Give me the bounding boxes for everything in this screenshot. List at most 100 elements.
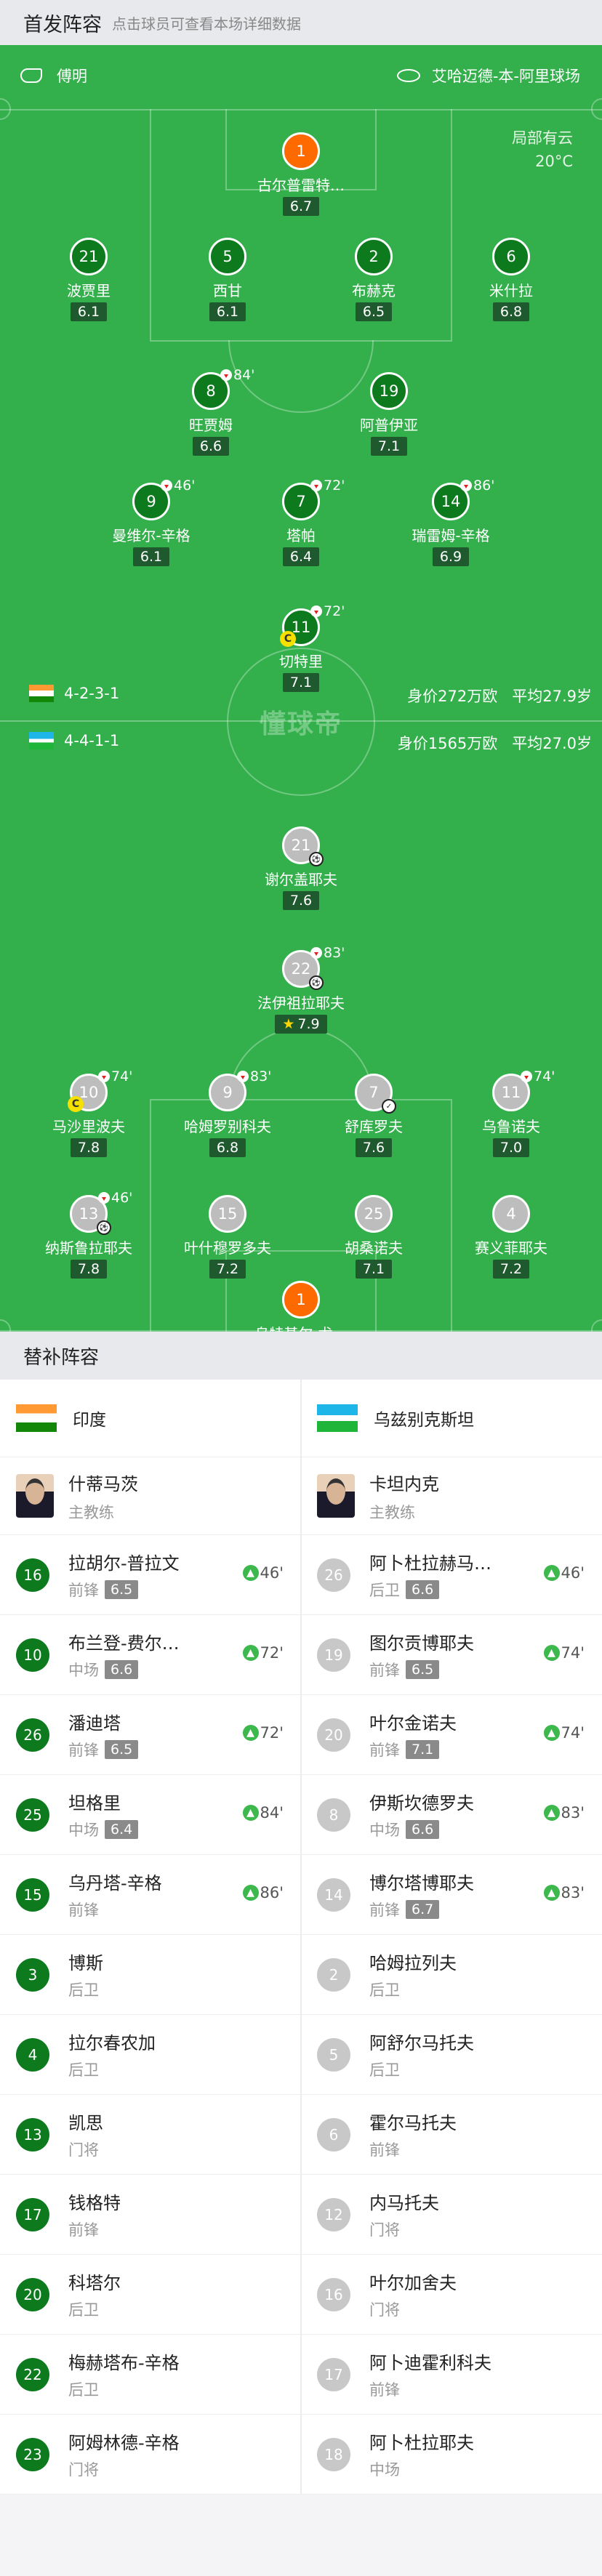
player-marker[interactable]: 11 74' 乌鲁诺夫 7.0 <box>446 1068 577 1157</box>
sub-player-meta: 前锋 6.5 <box>68 1579 180 1601</box>
player-marker[interactable]: 10 74' C 马沙里波夫 7.8 <box>23 1068 154 1157</box>
sub-off-icon <box>521 1071 532 1082</box>
player-marker[interactable]: 2 布赫克 6.5 <box>308 238 439 321</box>
rating-value: 7.8 <box>77 1140 100 1156</box>
player-marker[interactable]: 19 阿普伊亚 7.1 <box>324 372 454 456</box>
sub-player-info: 阿卜迪霍利科夫 前锋 <box>369 2348 491 2400</box>
player-number-badge: 10 74' C <box>68 1068 132 1112</box>
sub-player-row[interactable]: 16 拉胡尔-普拉文 前锋 6.5 ▲ 46' <box>0 1535 301 1615</box>
player-marker[interactable]: 7 72' 塔帕 6.4 <box>236 478 366 566</box>
sub-in-indicator: ▲ 72' <box>242 1644 284 1662</box>
player-number: 13 <box>79 1205 99 1223</box>
sub-player-row[interactable]: 20 科塔尔 后卫 <box>0 2255 301 2335</box>
sub-player-rating: 6.4 <box>105 1820 139 1839</box>
sub-player-row[interactable]: 18 阿卜杜拉耶夫 中场 <box>301 2415 602 2495</box>
temperature: 20°C <box>535 153 573 170</box>
sub-off-indicator: 84' <box>220 367 254 383</box>
player-marker[interactable]: 1乌特基尔-尤…7.5 <box>236 1281 366 1332</box>
sub-in-minute: 74' <box>561 1724 585 1742</box>
sub-player-meta: 后卫 <box>68 2058 156 2080</box>
player-number: 9 <box>146 493 156 510</box>
player-marker[interactable]: 13 46' ⚽ 纳斯鲁拉耶夫 7.8 <box>23 1190 154 1279</box>
sub-player-row[interactable]: 22 梅赫塔布-辛格 后卫 <box>0 2335 301 2415</box>
sub-player-row[interactable]: 12 内马托夫 门将 <box>301 2175 602 2255</box>
sub-off-indicator: 74' <box>521 1068 555 1084</box>
sub-player-row[interactable]: 16 叶尔加舍夫 门将 <box>301 2255 602 2335</box>
away-coach[interactable]: 卡坦内克 主教练 <box>301 1457 602 1535</box>
best-player-star-icon: ★ <box>282 1016 295 1032</box>
sub-player-row[interactable]: 10 布兰登-费尔… 中场 6.6 ▲ 72' <box>0 1615 301 1695</box>
player-number-badge: 15 <box>209 1195 246 1233</box>
sub-in-arrow-icon: ▲ <box>543 1885 560 1901</box>
player-name: 马沙里波夫 <box>52 1118 125 1135</box>
rating-value: 6.8 <box>216 1140 239 1156</box>
sub-number-badge: 26 <box>317 1558 350 1592</box>
sub-player-row[interactable]: 5 阿舒尔马托夫 后卫 <box>301 2015 602 2095</box>
sub-player-meta: 前锋 <box>68 1899 162 1920</box>
player-name: 乌特基尔-尤… <box>236 1322 366 1332</box>
sub-player-row[interactable]: 17 钱格特 前锋 <box>0 2175 301 2255</box>
player-marker[interactable]: 11 72' C 切特里 7.1 <box>236 603 366 692</box>
sub-player-row[interactable]: 3 博斯 后卫 <box>0 1935 301 2015</box>
player-rating: 7.1 <box>370 437 408 456</box>
player-number-badge: 22 83' ⚽ <box>282 945 345 990</box>
sub-player-row[interactable]: 8 伊斯坎德罗夫 中场 6.6 ▲ 83' <box>301 1775 602 1855</box>
sub-in-indicator: ▲ 74' <box>543 1644 585 1662</box>
sub-player-row[interactable]: 14 博尔塔博耶夫 前锋 6.7 ▲ 83' <box>301 1855 602 1935</box>
away-team-name: 乌兹别克斯坦 <box>374 1411 474 1430</box>
sub-number-badge: 17 <box>16 2197 49 2231</box>
player-marker[interactable]: 7 ✓ 舒库罗夫 7.6 <box>308 1074 439 1157</box>
player-number: 7 <box>296 493 306 510</box>
player-marker[interactable]: 21 波贾里 6.1 <box>23 238 154 321</box>
player-marker[interactable]: 6 米什拉 6.8 <box>446 238 577 321</box>
sub-in-minute: 74' <box>561 1644 585 1662</box>
player-number: 5 <box>222 248 233 265</box>
player-marker[interactable]: 21 ⚽ 谢尔盖耶夫 7.6 <box>236 826 366 910</box>
sub-player-name: 坦格里 <box>68 1793 121 1814</box>
sub-number-badge: 18 <box>317 2437 350 2471</box>
sub-player-position: 后卫 <box>369 1582 400 1599</box>
sub-off-icon <box>310 480 322 491</box>
home-coach[interactable]: 什蒂马茨 主教练 <box>0 1457 301 1535</box>
avatar <box>16 1474 54 1518</box>
player-marker[interactable]: 22 83' ⚽ 法伊祖拉耶夫 ★ 7.9 <box>236 945 366 1034</box>
sub-in-indicator: ▲ 83' <box>543 1804 585 1822</box>
sub-player-row[interactable]: 23 阿姆林德-辛格 门将 <box>0 2415 301 2495</box>
sub-player-row[interactable]: 25 坦格里 中场 6.4 ▲ 84' <box>0 1775 301 1855</box>
pitch: 傅明 艾哈迈德-本-阿里球场 局部有云 20°C 4-2-3-1 身价272万欧… <box>0 45 602 1332</box>
player-marker[interactable]: 14 86' 瑞雷姆-辛格 6.9 <box>385 478 516 566</box>
sub-player-row[interactable]: 17 阿卜迪霍利科夫 前锋 <box>301 2335 602 2415</box>
player-marker[interactable]: 9 83' 哈姆罗别科夫 6.8 <box>162 1068 293 1157</box>
sub-player-row[interactable]: 13 凯思 门将 <box>0 2095 301 2175</box>
player-marker[interactable]: 4 赛义菲耶夫 7.2 <box>446 1195 577 1279</box>
sub-number-badge: 23 <box>16 2437 49 2471</box>
sub-player-row[interactable]: 26 潘迪塔 前锋 6.5 ▲ 72' <box>0 1695 301 1775</box>
sub-player-rating: 6.6 <box>105 1660 139 1679</box>
player-rating: 6.5 <box>355 302 393 321</box>
sub-number-badge: 10 <box>16 1638 49 1672</box>
sub-player-name: 阿卜杜拉耶夫 <box>369 2433 474 2453</box>
sub-player-meta: 后卫 6.6 <box>369 1579 491 1601</box>
player-marker[interactable]: 1 古尔普雷特… 6.7 <box>236 132 366 216</box>
player-marker[interactable]: 5 西甘 6.1 <box>162 238 293 321</box>
sub-off-icon <box>237 1071 249 1082</box>
sub-player-name: 凯思 <box>68 2113 103 2133</box>
player-marker[interactable]: 8 84' 旺贾姆 6.6 <box>145 367 276 456</box>
player-marker[interactable]: 25 胡桑诺夫 7.1 <box>308 1195 439 1279</box>
sub-number-badge: 5 <box>317 2037 350 2072</box>
sub-off-icon <box>310 947 322 959</box>
player-marker[interactable]: 15 叶什穆罗多夫 7.2 <box>162 1195 293 1279</box>
sub-player-row[interactable]: 19 图尔贡博耶夫 前锋 6.5 ▲ 74' <box>301 1615 602 1695</box>
sub-player-row[interactable]: 6 霍尔马托夫 前锋 <box>301 2095 602 2175</box>
player-number-badge: 21 <box>70 238 108 275</box>
sub-player-row[interactable]: 4 拉尔春农加 后卫 <box>0 2015 301 2095</box>
rating-value: 7.9 <box>297 1016 320 1032</box>
sub-player-position: 后卫 <box>68 1981 99 1999</box>
player-name: 布赫克 <box>352 282 396 299</box>
sub-player-row[interactable]: 20 叶尔金诺夫 前锋 7.1 ▲ 74' <box>301 1695 602 1775</box>
sub-player-row[interactable]: 15 乌丹塔-辛格 前锋 ▲ 86' <box>0 1855 301 1935</box>
sub-player-row[interactable]: 26 阿卜杜拉赫马… 后卫 6.6 ▲ 46' <box>301 1535 602 1615</box>
sub-player-meta: 前锋 <box>369 2138 457 2160</box>
sub-player-row[interactable]: 2 哈姆拉列夫 后卫 <box>301 1935 602 2015</box>
player-marker[interactable]: 9 46' 曼维尔-辛格 6.1 <box>86 478 217 566</box>
